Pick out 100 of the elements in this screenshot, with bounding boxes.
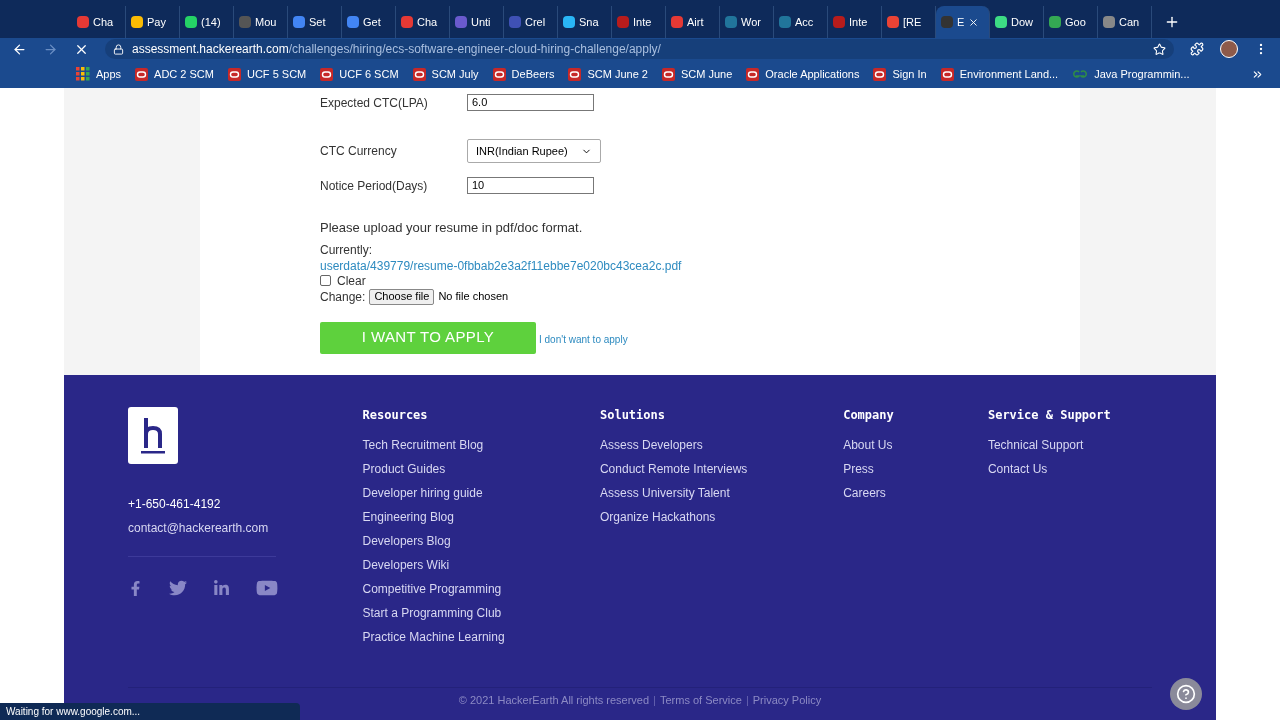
oracle-icon — [940, 67, 954, 81]
url-text: assessment.hackerearth.com/challenges/hiring/ecs-software-engineer-cloud-hiring-challenge/apply/ — [132, 41, 661, 58]
forward-icon[interactable] — [43, 41, 58, 57]
linkedin-icon[interactable] — [213, 579, 230, 597]
checkbox-label: Clear — [337, 273, 366, 289]
logo-icon — [128, 407, 178, 464]
footer-link[interactable]: Contact Us — [987, 457, 1048, 481]
oracle-icon — [746, 67, 760, 81]
tab-title: Sna — [579, 14, 599, 30]
bookmark-item[interactable]: Environment Land... — [940, 65, 1059, 83]
tab-title: E — [957, 14, 965, 30]
separator: | — [653, 692, 656, 708]
new-tab-icon[interactable] — [1164, 14, 1180, 30]
apps-grid-icon — [76, 67, 90, 81]
bookmark-item[interactable]: UCF 6 SCM — [320, 65, 399, 83]
address-bar[interactable]: assessment.hackerearth.com/challenges/hiring/ecs-software-engineer-cloud-hiring-challenge/apply/ — [105, 39, 1174, 59]
tab-title: Wor — [741, 14, 761, 30]
bookmark-item[interactable]: SCM July — [412, 65, 479, 83]
decline-link[interactable]: I don't want to apply — [539, 332, 628, 347]
currency-select[interactable]: INR(Indian Rupee) — [467, 139, 601, 163]
footer-link[interactable]: Conduct Remote Interviews — [599, 457, 748, 481]
footer-link[interactable]: Organize Hackathons — [599, 505, 716, 529]
oracle-icon — [135, 67, 149, 81]
tab-title: [RE — [903, 14, 922, 30]
change-label: Change: — [320, 288, 366, 306]
footer-link[interactable]: Press — [843, 457, 874, 481]
browser-tab[interactable]: E — [936, 6, 990, 38]
oracle-icon — [228, 67, 241, 81]
footer-link[interactable]: Start a Programming Club — [362, 601, 502, 625]
bookmark-item[interactable]: SCM June — [661, 65, 733, 83]
oracle-icon — [568, 67, 582, 81]
footer-link[interactable]: Practice Machine Learning — [362, 625, 505, 649]
currently-label: Currently: — [320, 242, 372, 258]
footer-link[interactable]: Competitive Programming — [362, 577, 502, 601]
footer-link[interactable]: Developers Wiki — [362, 553, 450, 577]
tab-title: Inte — [849, 14, 868, 30]
bookmark-item[interactable]: Java Programmin... — [1072, 65, 1190, 83]
text-field[interactable]: 6.0 — [467, 94, 594, 111]
resume-link[interactable]: userdata/439779/resume-0fbbab2e3a2f11ebbe7e020bc43cea2c.pdf — [320, 257, 682, 274]
bookmark-item[interactable]: Oracle Applications — [746, 65, 860, 83]
oracle-icon — [412, 67, 426, 81]
tab-title: Goo — [1065, 14, 1086, 30]
legal-link[interactable]: Terms of Service — [659, 691, 742, 708]
oracle-icon — [492, 67, 506, 81]
email-address: contact@hackerearth.com — [128, 520, 269, 537]
footer-link[interactable]: Assess Developers — [599, 433, 703, 457]
bookmark-item[interactable]: SCM June 2 — [568, 65, 648, 83]
bookmark-item[interactable]: UCF 5 SCM — [228, 65, 307, 83]
footer-link[interactable]: Technical Support — [987, 433, 1084, 457]
tab-title: Airt — [687, 14, 704, 30]
bookmark-item[interactable]: DeBeers — [492, 65, 555, 83]
file-status: No file chosen — [438, 289, 509, 305]
bookmark-item[interactable]: Sign In — [873, 65, 927, 83]
twitter-icon[interactable] — [169, 579, 187, 597]
clear-checkbox[interactable] — [320, 275, 331, 286]
field-label: CTC Currency — [320, 143, 398, 160]
footer-link[interactable]: About Us — [843, 433, 893, 457]
tab-title: Crel — [525, 14, 546, 30]
tab-title: Inte — [633, 14, 652, 30]
back-icon[interactable] — [12, 41, 27, 57]
copyright-text: © 2021 HackerEarth All rights reserved — [458, 692, 650, 708]
legal-link[interactable]: Privacy Policy — [752, 691, 822, 708]
text-field[interactable]: 10 — [467, 177, 594, 194]
tab-title: Set — [309, 14, 326, 30]
extensions-icon[interactable] — [1190, 42, 1204, 56]
footer-link[interactable]: Developers Blog — [362, 529, 451, 553]
tab-title: Cha — [417, 14, 438, 30]
oracle-icon — [320, 67, 334, 81]
tab-title: Unti — [471, 14, 491, 30]
status-bar: Waiting for www.google.com... — [0, 703, 300, 720]
upload-instructions: Please upload your resume in pdf/doc format. — [320, 219, 584, 237]
tab-title: Acc — [795, 14, 814, 30]
footer-link[interactable]: Developer hiring guide — [362, 481, 483, 505]
bookmark-item[interactable]: ADC 2 SCM — [135, 65, 214, 83]
field-label: Notice Period(Days) — [320, 177, 429, 195]
oracle-icon — [661, 67, 675, 81]
choose-file-button[interactable]: Choose file — [369, 288, 435, 305]
tab-title: Dow — [1011, 14, 1033, 30]
phone-number: +1-650-461-4192 — [128, 496, 221, 513]
footer-heading: Solutions — [599, 407, 665, 423]
help-button[interactable] — [1170, 678, 1202, 710]
bookmark-star-icon[interactable] — [1153, 42, 1166, 56]
tab-title: Cha — [93, 14, 114, 30]
footer-heading: Service & Support — [987, 407, 1111, 423]
profile-avatar[interactable] — [1220, 40, 1238, 58]
field-label: Expected CTC(LPA) — [320, 94, 429, 112]
footer-heading: Company — [843, 407, 894, 423]
oracle-icon — [873, 67, 887, 81]
footer-link[interactable]: Tech Recruitment Blog — [362, 433, 484, 457]
footer-link[interactable]: Engineering Blog — [362, 505, 454, 529]
footer-link[interactable]: Assess University Talent — [599, 481, 730, 505]
bookmark-item[interactable]: Apps — [76, 65, 122, 83]
tab-title: (14) — [201, 14, 221, 30]
tab-title: Get — [363, 14, 381, 30]
lock-icon — [113, 43, 124, 55]
close-icon[interactable] — [968, 16, 980, 28]
footer-link[interactable]: Product Guides — [362, 457, 446, 481]
gfg-icon — [1072, 69, 1089, 79]
facebook-icon[interactable] — [128, 580, 143, 596]
footer-link[interactable]: Careers — [843, 481, 886, 505]
